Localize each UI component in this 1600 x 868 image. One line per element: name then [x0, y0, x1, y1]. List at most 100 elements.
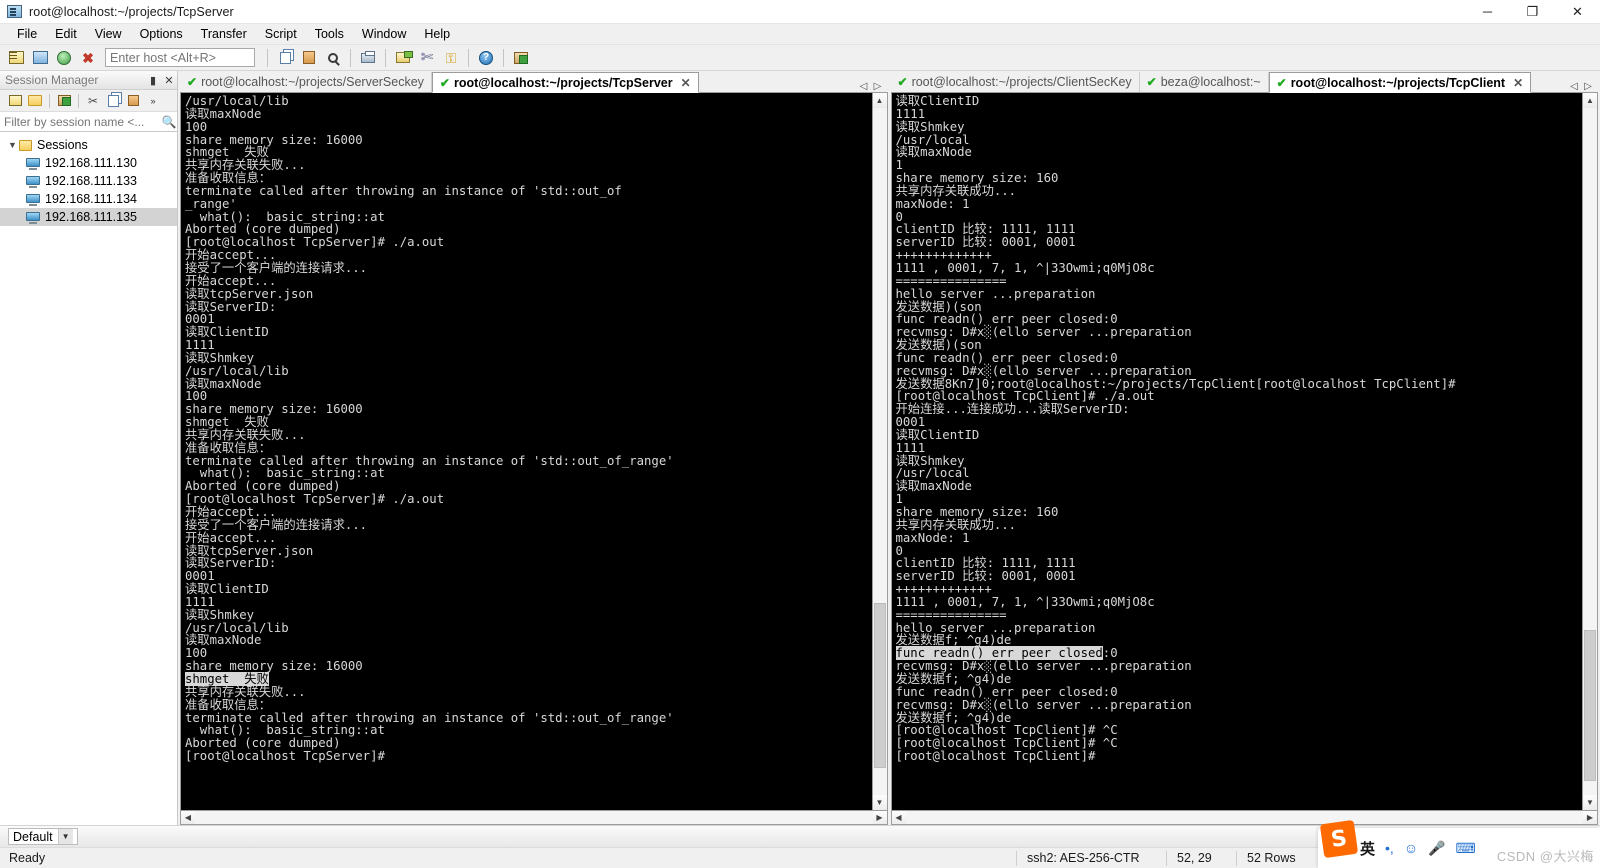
terminal-line: 共享内存关联失败...: [185, 427, 306, 442]
clear-screen-icon[interactable]: ✄: [416, 47, 438, 69]
maximize-restore-button[interactable]: ❐: [1510, 0, 1555, 24]
session-filter-input[interactable]: [0, 114, 161, 130]
menu-options[interactable]: Options: [131, 25, 192, 43]
left-scroll-thumb[interactable]: [873, 602, 886, 768]
emoji-icon[interactable]: ☺: [1404, 840, 1418, 856]
right-vertical-scrollbar[interactable]: ▲ ▼: [1582, 93, 1597, 810]
session-manager-icon[interactable]: [5, 47, 27, 69]
terminal-line: 读取maxNode: [185, 376, 262, 391]
tab-close-icon[interactable]: ✕: [681, 76, 691, 90]
new-folder-icon[interactable]: [26, 92, 44, 110]
terminal-area: ✔ root@localhost:~/projects/ServerSeckey…: [178, 71, 1600, 825]
left-scroll-track[interactable]: [872, 108, 887, 795]
left-vertical-scrollbar[interactable]: ▲ ▼: [871, 93, 887, 810]
connect-icon[interactable]: [29, 47, 51, 69]
scroll-down-icon[interactable]: ▼: [872, 795, 887, 810]
menu-transfer[interactable]: Transfer: [192, 25, 256, 43]
tree-root-sessions[interactable]: ▼ Sessions: [0, 136, 177, 154]
terminal-line: 读取maxNode: [895, 145, 972, 160]
terminal-line: ===============: [895, 273, 1007, 288]
pin-icon[interactable]: ▮: [145, 74, 161, 87]
scroll-left-icon[interactable]: ◀: [891, 811, 906, 824]
more-icon[interactable]: »: [144, 92, 162, 110]
scroll-up-icon[interactable]: ▲: [872, 93, 887, 108]
right-hscroll-track[interactable]: [905, 811, 1583, 824]
terminal-line: /usr/local: [895, 132, 970, 147]
scroll-down-icon[interactable]: ▼: [1583, 795, 1597, 810]
scroll-up-icon[interactable]: ▲: [1583, 93, 1597, 108]
tab-tcp-server[interactable]: ✔ root@localhost:~/projects/TcpServer ✕: [431, 72, 699, 93]
tab-nav-prev-icon[interactable]: ◁: [1568, 81, 1580, 92]
tab-beza-localhost[interactable]: ✔ beza@localhost:~: [1139, 72, 1269, 92]
ime-toolbar: S 英 •, ☺ 🎤 ⌨ CSDN @大兴梅: [1318, 819, 1600, 868]
session-options-icon[interactable]: [510, 47, 532, 69]
scroll-right-icon[interactable]: ▶: [872, 811, 887, 824]
microphone-icon[interactable]: 🎤: [1428, 840, 1445, 857]
right-scroll-track[interactable]: [1583, 108, 1597, 795]
session-item-192-168-111-135[interactable]: 192.168.111.135: [0, 208, 177, 226]
menu-view[interactable]: View: [86, 25, 131, 43]
keyboard-icon[interactable]: ⌨: [1456, 840, 1476, 857]
copy-icon[interactable]: [104, 92, 122, 110]
default-session-button[interactable]: Default ▼: [8, 828, 78, 845]
session-item-192-168-111-133[interactable]: 192.168.111.133: [0, 172, 177, 190]
print-icon[interactable]: [357, 47, 379, 69]
new-session-icon[interactable]: [6, 92, 24, 110]
tab-close-icon[interactable]: ✕: [1513, 76, 1523, 90]
disconnect-icon[interactable]: ✖: [77, 47, 99, 69]
terminal-line: recvmsg: D#x░(ello server ...preparation: [895, 325, 1192, 340]
help-icon[interactable]: ?: [475, 47, 497, 69]
left-hscroll-track[interactable]: [195, 811, 873, 824]
cut-icon[interactable]: ✂: [84, 92, 102, 110]
left-terminal-output[interactable]: /usr/local/lib 读取maxNode 100 share memory s…: [181, 93, 872, 810]
terminal-line: 准备收取信息：: [185, 440, 272, 455]
tab-nav-next-icon[interactable]: ▷: [872, 81, 884, 92]
host-input[interactable]: [105, 48, 255, 67]
menu-file[interactable]: File: [8, 25, 46, 43]
menu-tools[interactable]: Tools: [306, 25, 353, 43]
sogou-logo-icon[interactable]: S: [1319, 819, 1359, 859]
menu-help[interactable]: Help: [415, 25, 459, 43]
chevron-down-icon[interactable]: ▼: [6, 140, 19, 150]
ime-punctuation-toggle[interactable]: •,: [1385, 840, 1394, 856]
tab-nav-prev-icon[interactable]: ◁: [858, 81, 870, 92]
right-terminal-pane: ✔ root@localhost:~/projects/ClientSecKey…: [890, 72, 1598, 825]
search-icon[interactable]: 🔍: [161, 115, 177, 129]
connect-sftp-icon[interactable]: [53, 47, 75, 69]
minimize-button[interactable]: ─: [1465, 0, 1510, 24]
right-horizontal-scrollbar[interactable]: ◀ ▶: [890, 811, 1598, 825]
session-options-icon[interactable]: [55, 92, 73, 110]
close-button[interactable]: ✕: [1555, 0, 1600, 24]
session-item-192-168-111-134[interactable]: 192.168.111.134: [0, 190, 177, 208]
key-icon[interactable]: ⚿: [440, 47, 462, 69]
ime-mode-toggle[interactable]: 英: [1360, 838, 1375, 859]
terminal-line: 准备收取信息：: [185, 171, 272, 186]
connected-check-icon: ✔: [439, 75, 450, 90]
right-terminal-output[interactable]: 读取ClientID 1111 读取Shmkey/usr/local 读取maxNod…: [891, 93, 1582, 810]
close-icon[interactable]: ✕: [161, 74, 177, 87]
terminal-line: 开始accept...: [185, 530, 277, 545]
toolbar-separator-4: [468, 48, 469, 67]
left-horizontal-scrollbar[interactable]: ◀ ▶: [180, 811, 888, 825]
scroll-left-icon[interactable]: ◀: [181, 811, 195, 824]
scroll-right-icon[interactable]: ▶: [1583, 811, 1597, 824]
chevron-down-icon[interactable]: ▼: [57, 829, 73, 844]
right-scroll-thumb[interactable]: [1584, 630, 1596, 782]
terminal-line: 1111: [185, 594, 215, 609]
tab-tcp-client[interactable]: ✔ root@localhost:~/projects/TcpClient ✕: [1268, 72, 1532, 93]
terminal-line: 读取maxNode: [185, 106, 262, 121]
menu-script[interactable]: Script: [256, 25, 306, 43]
menu-edit[interactable]: Edit: [46, 25, 86, 43]
tab-nav-next-icon[interactable]: ▷: [1582, 81, 1594, 92]
tab-client-seckey[interactable]: ✔ root@localhost:~/projects/ClientSecKey: [890, 72, 1140, 92]
paste-icon[interactable]: [124, 92, 142, 110]
terminal-line: 共享内存关联失败...: [185, 684, 306, 699]
menu-window[interactable]: Window: [353, 25, 415, 43]
log-session-icon[interactable]: [392, 47, 414, 69]
paste-icon[interactable]: [298, 47, 320, 69]
copy-icon[interactable]: [274, 47, 296, 69]
find-icon[interactable]: [322, 47, 344, 69]
tab-server-seckey[interactable]: ✔ root@localhost:~/projects/ServerSeckey: [180, 72, 432, 92]
session-item-192-168-111-130[interactable]: 192.168.111.130: [0, 154, 177, 172]
session-manager-header: Session Manager ▮ ✕: [0, 71, 177, 90]
